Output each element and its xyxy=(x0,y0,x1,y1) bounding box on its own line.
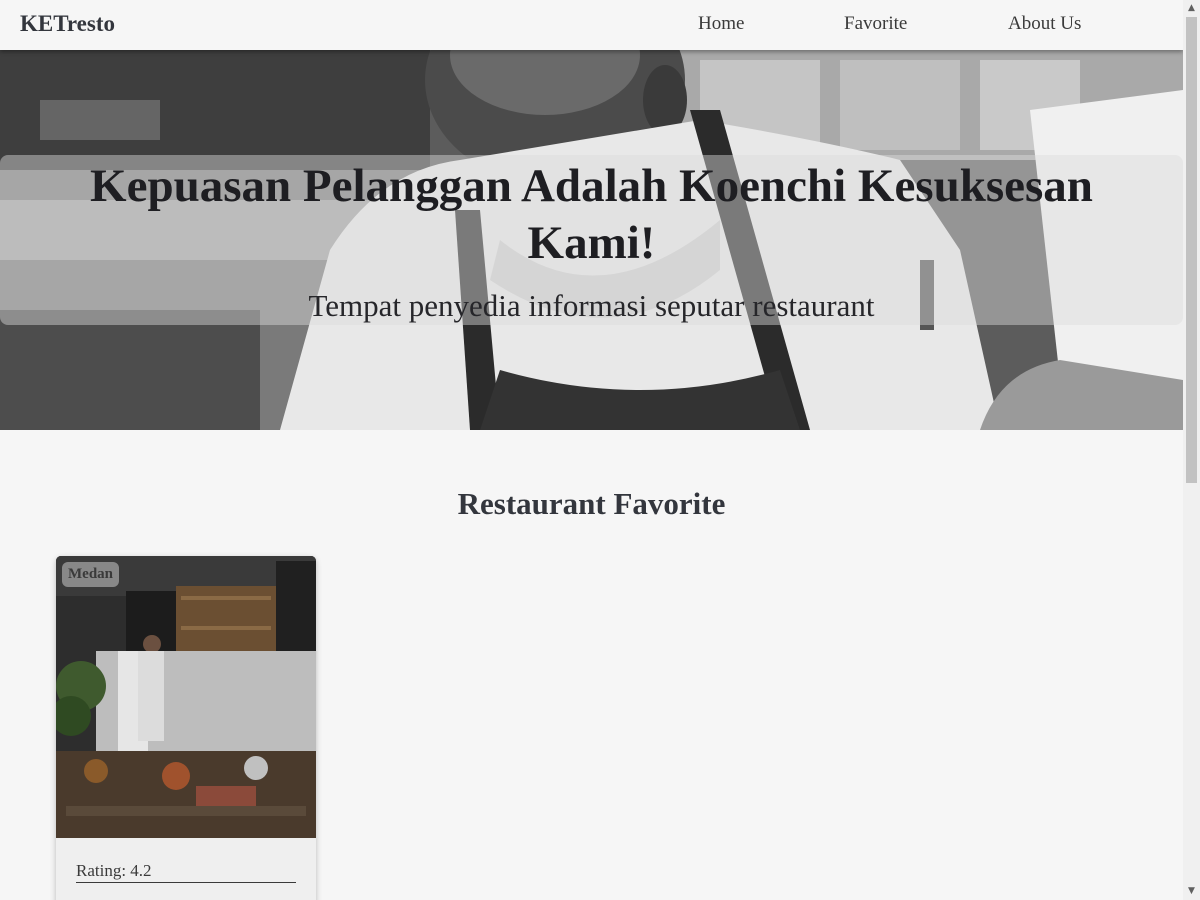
section-title: Restaurant Favorite xyxy=(457,486,726,521)
brand-logo-link[interactable]: KETresto xyxy=(20,11,115,37)
restaurant-card[interactable]: Medan Rating: 4.2 xyxy=(56,556,316,900)
nav-favorite-link[interactable]: Favorite xyxy=(844,13,907,35)
app-bar: KETresto Home Favorite About Us xyxy=(0,0,1183,50)
hero-tagline: Tempat penyedia informasi seputar restau… xyxy=(308,288,875,323)
page: KETresto Home Favorite About Us Kepuasan… xyxy=(0,0,1183,900)
scrollbar-thumb[interactable] xyxy=(1186,17,1197,483)
restaurant-rating: Rating: 4.2 xyxy=(76,861,296,883)
browser-viewport: KETresto Home Favorite About Us Kepuasan… xyxy=(0,0,1200,900)
restaurant-image xyxy=(56,556,316,838)
restaurant-card-body: Rating: 4.2 xyxy=(56,838,316,900)
scroll-down-arrow-icon[interactable]: ▼ xyxy=(1183,883,1200,900)
hero-section: Kepuasan Pelanggan Adalah Koenchi Kesuks… xyxy=(0,50,1183,430)
nav-home-link[interactable]: Home xyxy=(698,13,744,35)
scrollbar[interactable]: ▲ ▼ xyxy=(1183,0,1200,900)
city-badge: Medan xyxy=(62,562,119,587)
scroll-up-arrow-icon[interactable]: ▲ xyxy=(1183,0,1200,17)
nav-about-link[interactable]: About Us xyxy=(1008,13,1081,35)
hero-title: Kepuasan Pelanggan Adalah Koenchi Kesuks… xyxy=(90,160,1093,269)
